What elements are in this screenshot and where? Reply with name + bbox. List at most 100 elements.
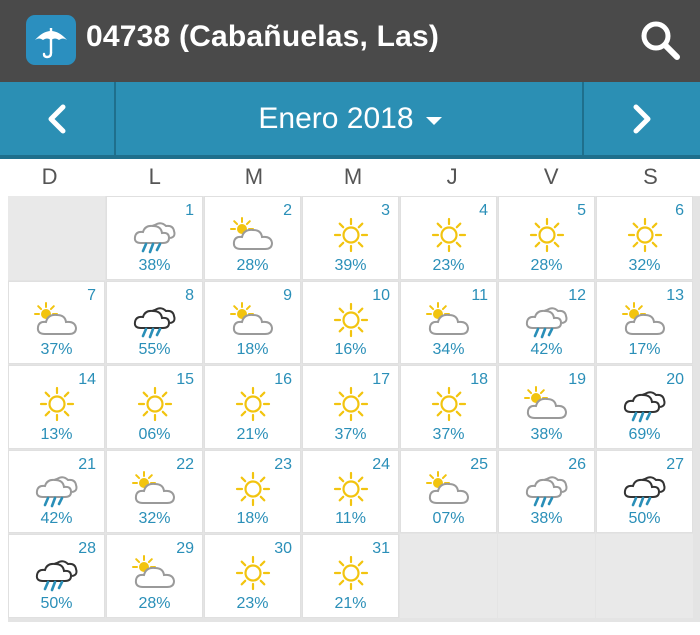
umbrella-icon[interactable] xyxy=(26,15,76,65)
day-cell[interactable]: 18 37% xyxy=(400,365,497,449)
weekday-label: S xyxy=(643,164,658,189)
day-cell[interactable]: 21 42% xyxy=(8,449,105,533)
day-number: 12 xyxy=(568,286,586,304)
weekday-label: J xyxy=(446,164,458,189)
month-selector[interactable]: Enero 2018 xyxy=(118,82,582,155)
month-label: Enero 2018 xyxy=(258,101,414,135)
rain-probability: 39% xyxy=(334,256,367,274)
rain-probability: 11% xyxy=(335,510,366,527)
day-number: 22 xyxy=(176,455,194,473)
rain-probability: 37% xyxy=(432,425,465,443)
sun-icon xyxy=(235,555,270,591)
day-cell[interactable]: 23 18% xyxy=(204,449,301,533)
day-cell[interactable]: 27 50% xyxy=(596,449,693,533)
day-cell[interactable]: 20 69% xyxy=(596,365,693,449)
day-cell[interactable]: 1 38% xyxy=(106,196,203,280)
sun-icon xyxy=(333,555,368,591)
sun-icon xyxy=(333,471,368,506)
rain-probability: 28% xyxy=(138,594,171,612)
partly-cloudy-icon xyxy=(131,555,175,588)
next-month-button[interactable] xyxy=(582,82,700,155)
day-cell[interactable]: 9 18% xyxy=(204,280,301,364)
partly-cloudy-icon xyxy=(229,301,273,335)
day-number: 31 xyxy=(372,540,390,557)
day-number: 15 xyxy=(176,371,194,388)
day-number: 25 xyxy=(470,455,488,473)
day-cell[interactable]: 22 32% xyxy=(106,449,203,533)
rain-probability: 23% xyxy=(432,256,465,274)
weekday-label: D xyxy=(41,164,58,189)
empty-day-cell xyxy=(400,534,497,618)
day-cell[interactable]: 6 32% xyxy=(596,196,693,280)
day-number: 3 xyxy=(381,202,390,219)
sun-icon xyxy=(137,386,172,422)
day-cell[interactable]: 5 28% xyxy=(498,196,595,280)
partly-cloudy-icon xyxy=(621,301,665,335)
day-cell[interactable]: 17 37% xyxy=(302,365,399,449)
day-cell[interactable]: 7 37% xyxy=(8,280,105,364)
day-cell[interactable]: 28 50% xyxy=(8,534,105,618)
rain-cloud-icon xyxy=(525,475,567,507)
rain-cloud-icon xyxy=(623,475,665,507)
rain-probability: 34% xyxy=(432,341,465,358)
day-cell[interactable]: 29 28% xyxy=(106,534,203,618)
day-cell[interactable]: 4 23% xyxy=(400,196,497,280)
day-cell[interactable]: 14 13% xyxy=(8,365,105,449)
sun-icon xyxy=(627,217,662,253)
sun-icon xyxy=(235,471,270,506)
sun-icon xyxy=(431,386,466,422)
day-cell[interactable]: 30 23% xyxy=(204,534,301,618)
day-number: 21 xyxy=(78,455,96,473)
calendar-grid: 1 38% 2 28% 3 39% 4 23% 5 28% 6 32% 7 37% 8 55% 9 18% 10 16… xyxy=(8,196,700,622)
rain-probability: 38% xyxy=(530,425,563,443)
rain-probability: 32% xyxy=(628,256,661,274)
day-cell[interactable]: 13 17% xyxy=(596,280,693,364)
rain-probability: 28% xyxy=(530,256,563,274)
rain-probability: 32% xyxy=(138,510,171,527)
rain-cloud-icon xyxy=(35,560,77,592)
top-bar: 04738 (Cabañuelas, Las) xyxy=(0,0,700,82)
rain-probability: 18% xyxy=(236,510,269,527)
empty-day-cell xyxy=(498,534,595,618)
day-cell[interactable]: 15 06% xyxy=(106,365,203,449)
day-cell[interactable]: 12 42% xyxy=(498,280,595,364)
day-number: 7 xyxy=(87,286,96,304)
partly-cloudy-icon xyxy=(425,470,469,504)
day-number: 30 xyxy=(274,540,292,557)
day-cell[interactable]: 26 38% xyxy=(498,449,595,533)
day-cell[interactable]: 8 55% xyxy=(106,280,203,364)
day-cell[interactable]: 10 16% xyxy=(302,280,399,364)
rain-cloud-icon xyxy=(525,306,567,338)
day-cell[interactable]: 24 11% xyxy=(302,449,399,533)
rain-cloud-icon xyxy=(133,222,175,254)
sun-icon xyxy=(333,217,368,253)
day-number: 2 xyxy=(283,202,292,219)
day-cell[interactable]: 2 28% xyxy=(204,196,301,280)
day-number: 26 xyxy=(568,455,586,473)
rain-probability: 13% xyxy=(40,425,73,443)
day-number: 19 xyxy=(568,371,586,388)
rain-probability: 16% xyxy=(334,341,367,358)
previous-month-button[interactable] xyxy=(0,82,116,155)
day-cell[interactable]: 31 21% xyxy=(302,534,399,618)
sun-icon xyxy=(39,386,74,422)
rain-probability: 21% xyxy=(334,594,367,612)
rain-probability: 42% xyxy=(40,510,73,527)
day-number: 24 xyxy=(372,455,390,473)
day-cell[interactable]: 19 38% xyxy=(498,365,595,449)
day-number: 8 xyxy=(185,286,194,304)
rain-probability: 50% xyxy=(628,510,661,527)
day-number: 23 xyxy=(274,455,292,473)
day-number: 28 xyxy=(78,540,96,557)
day-number: 13 xyxy=(666,286,684,304)
day-cell[interactable]: 11 34% xyxy=(400,280,497,364)
rain-probability: 28% xyxy=(236,256,269,274)
day-number: 29 xyxy=(176,540,194,557)
day-cell[interactable]: 25 07% xyxy=(400,449,497,533)
search-icon[interactable] xyxy=(636,16,684,64)
rain-probability: 69% xyxy=(628,425,661,443)
day-cell[interactable]: 3 39% xyxy=(302,196,399,280)
rain-probability: 42% xyxy=(530,341,563,358)
day-cell[interactable]: 16 21% xyxy=(204,365,301,449)
rain-probability: 07% xyxy=(432,510,465,527)
